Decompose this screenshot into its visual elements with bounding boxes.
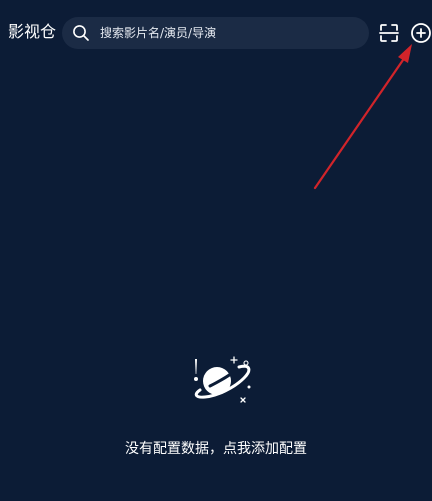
- search-icon: [73, 25, 89, 41]
- scan-icon[interactable]: [378, 22, 400, 44]
- empty-state[interactable]: 没有配置数据，点我添加配置: [0, 346, 432, 476]
- add-circle-icon[interactable]: [410, 22, 432, 44]
- planet-icon: [194, 356, 251, 403]
- search-input[interactable]: [100, 17, 355, 49]
- empty-state-message[interactable]: 没有配置数据，点我添加配置: [0, 439, 432, 459]
- app-title: 影视仓: [8, 22, 57, 41]
- top-bar: 影视仓: [0, 0, 432, 66]
- search-bar[interactable]: [62, 17, 369, 49]
